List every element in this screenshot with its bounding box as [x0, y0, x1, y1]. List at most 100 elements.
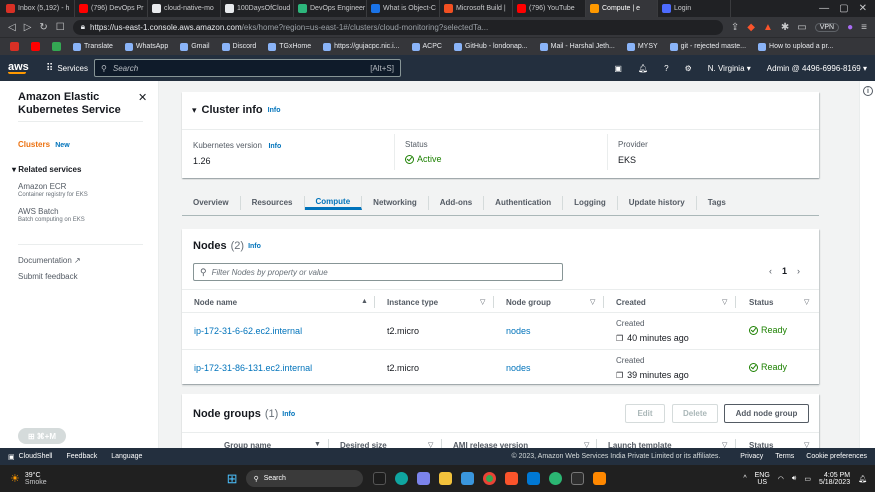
node-group-link[interactable]: nodes	[506, 363, 531, 373]
feedback-link[interactable]: Feedback	[66, 453, 97, 460]
node-groups-info-link[interactable]: Info	[282, 411, 295, 418]
copy-icon[interactable]: ❐	[616, 334, 623, 343]
url-field[interactable]: 🔒︎ https://us-east-1.console.aws.amazon.…	[72, 19, 723, 35]
browser-tab[interactable]: Inbox (5,192) - h	[2, 0, 75, 17]
vpn-button[interactable]: VPN	[814, 22, 840, 32]
delete-button[interactable]: Delete	[672, 404, 718, 423]
teams-icon[interactable]	[416, 472, 430, 485]
add-node-group-button[interactable]: Add node group	[724, 404, 809, 423]
privacy-link[interactable]: Privacy	[740, 453, 763, 460]
tab-logging[interactable]: Logging	[563, 195, 618, 210]
tab-networking[interactable]: Networking	[362, 195, 429, 210]
tab-add-ons[interactable]: Add-ons	[429, 195, 485, 210]
browser-tab[interactable]: Microsoft Build |	[440, 0, 513, 17]
back-icon[interactable]: ◁	[8, 22, 16, 33]
search-input[interactable]: ⚲ Search [Alt+S]	[94, 59, 401, 77]
services-grid-icon[interactable]: ⠿	[46, 63, 53, 74]
prev-page-icon[interactable]: ‹	[769, 266, 772, 276]
extension-icon[interactable]: ▲	[763, 22, 773, 33]
browser-tab[interactable]: (796) YouTube	[513, 0, 586, 17]
start-icon[interactable]: ⊞	[227, 471, 238, 487]
region-selector[interactable]: N. Virginia ▾	[708, 64, 751, 73]
terms-link[interactable]: Terms	[775, 453, 794, 460]
col-launch-template[interactable]: Launch template	[608, 433, 672, 449]
aws-logo[interactable]: aws	[8, 61, 38, 74]
sort-asc-icon[interactable]: ▲	[361, 298, 368, 305]
next-page-icon[interactable]: ›	[797, 266, 800, 276]
sort-icon[interactable]: ▽	[584, 441, 589, 448]
cloudshell-link[interactable]: ▣ CloudShell	[8, 453, 52, 461]
sort-icon[interactable]: ▽	[722, 298, 727, 306]
wifi-icon[interactable]: ◠	[778, 475, 784, 483]
bookmark-item[interactable]: Mail - Harshal Jeth...	[539, 42, 615, 51]
minimize-icon[interactable]: —	[819, 3, 829, 14]
sidebar-icon[interactable]: ▭	[797, 22, 806, 33]
notifications-icon[interactable]: 🔔︎	[638, 64, 648, 73]
browser-tab[interactable]: Compute | e	[586, 0, 658, 17]
volume-icon[interactable]: 🔊︎	[792, 475, 796, 483]
bookmark-item[interactable]: https://gujacpc.nic.i...	[323, 42, 400, 51]
info-panel-icon[interactable]: i	[863, 86, 873, 96]
close-sidebar-icon[interactable]: ✕	[138, 91, 147, 104]
app-icon[interactable]	[372, 472, 386, 485]
col-instance-type[interactable]: Instance type	[387, 290, 438, 314]
forward-icon[interactable]: ▷	[24, 22, 32, 33]
folder-icon[interactable]	[438, 472, 452, 485]
maximize-icon[interactable]: ▢	[839, 3, 848, 14]
submit-feedback-link[interactable]: Submit feedback	[18, 272, 78, 281]
sort-icon[interactable]: ▽	[804, 298, 809, 306]
tab-update-history[interactable]: Update history	[618, 195, 697, 210]
tab-resources[interactable]: Resources	[241, 195, 305, 210]
bookmark-item[interactable]: Gmail	[180, 42, 210, 51]
edge-dev-icon[interactable]	[548, 472, 562, 485]
sort-icon[interactable]: ▽	[722, 441, 727, 448]
bookmark-item[interactable]: MYSY	[626, 42, 658, 51]
col-node-group[interactable]: Node group	[506, 290, 551, 314]
nodes-info-link[interactable]: Info	[248, 243, 261, 250]
sort-icon[interactable]: ▼	[314, 441, 321, 448]
related-services-toggle[interactable]: ▾ Related services	[12, 165, 81, 174]
bookmark-item[interactable]: Translate	[73, 42, 113, 51]
browser-tab[interactable]: Login	[658, 0, 731, 17]
copy-icon[interactable]: ❐	[616, 371, 623, 380]
tab-authentication[interactable]: Authentication	[484, 195, 564, 210]
bookmark-item[interactable]: git - rejected maste...	[669, 42, 746, 51]
chrome-icon[interactable]	[482, 472, 496, 485]
settings-icon[interactable]: ⚙	[685, 64, 692, 73]
browser-tab[interactable]: cloud-native-mo	[148, 0, 221, 17]
vscode-icon[interactable]	[526, 472, 540, 485]
sidebar-item-ecr[interactable]: Amazon ECR Container registry for EKS	[18, 182, 88, 198]
edit-button[interactable]: Edit	[625, 404, 665, 423]
k8s-info-link[interactable]: Info	[268, 143, 281, 150]
documentation-link[interactable]: Documentation ↗	[18, 256, 81, 265]
col-ng-status[interactable]: Status	[749, 433, 773, 449]
bookmark-item[interactable]: GitHub - londonap...	[453, 42, 528, 51]
menu-icon[interactable]: ≡	[861, 22, 867, 33]
weather-widget[interactable]: ☀ 39°C Smoke	[10, 472, 47, 486]
tab-overview[interactable]: Overview	[182, 195, 241, 210]
brave-icon[interactable]	[504, 472, 518, 485]
sort-icon[interactable]: ▽	[480, 298, 485, 306]
share-icon[interactable]: ⇪	[731, 22, 739, 33]
sort-icon[interactable]: ▽	[428, 441, 433, 448]
language-indicator[interactable]: ENG US	[755, 472, 770, 486]
maps-bm-icon[interactable]	[52, 42, 61, 51]
gmail-bm-icon[interactable]	[10, 42, 19, 51]
bookmark-item[interactable]: ACPC	[411, 42, 442, 51]
bookmark-item[interactable]: TGxHome	[268, 42, 311, 51]
extensions-puzzle-icon[interactable]: ✱	[781, 22, 789, 33]
col-ami-version[interactable]: AMI release version	[453, 433, 528, 449]
store-icon[interactable]	[460, 472, 474, 485]
col-status[interactable]: Status	[749, 290, 773, 314]
tray-chevron-icon[interactable]: ^	[743, 475, 746, 482]
wallet-icon[interactable]: ●	[847, 22, 853, 33]
clock[interactable]: 4:05 PM 5/18/2023	[819, 472, 850, 486]
browser-tab[interactable]: 100DaysOfCloud	[221, 0, 294, 17]
bookmark-page-icon[interactable]: ☐	[56, 22, 65, 33]
node-name-link[interactable]: ip-172-31-86-131.ec2.internal	[194, 363, 312, 373]
edge-icon[interactable]	[394, 472, 408, 485]
account-menu[interactable]: Admin @ 4496-6996-8169 ▾	[767, 64, 867, 73]
help-icon[interactable]: ?	[664, 64, 668, 73]
col-created[interactable]: Created	[616, 290, 646, 314]
tab-tags[interactable]: Tags	[697, 189, 737, 216]
